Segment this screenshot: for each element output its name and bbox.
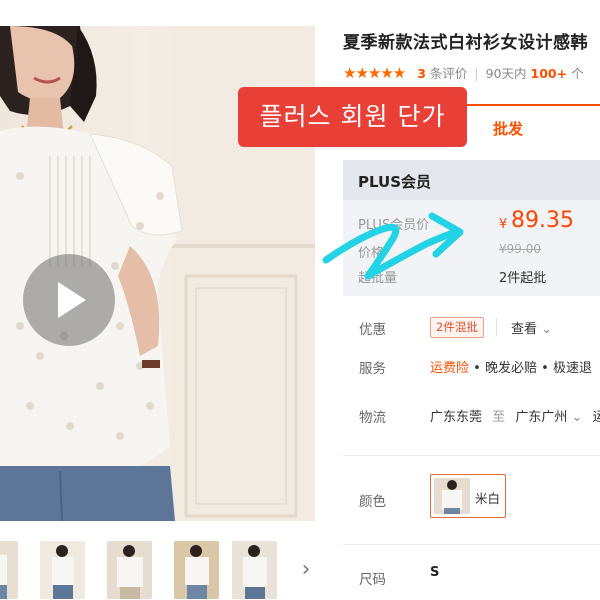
original-price-label: 价格	[358, 246, 385, 261]
rating-row: ★★★★★ 3 条评价 | 90天内 100+ 个	[343, 63, 600, 81]
play-icon	[58, 282, 86, 318]
color-label: 颜色	[359, 494, 386, 510]
logistics-destination-dropdown[interactable]: 广东广州 ⌄	[515, 410, 586, 425]
rating-separator: |	[474, 66, 479, 81]
service-dot: •	[541, 361, 549, 376]
color-option-label: 米白	[475, 491, 501, 506]
view-discount-link[interactable]: 查看 ⌄	[511, 318, 552, 337]
service-label: 服务	[359, 361, 386, 377]
sales-period: 90天内	[485, 66, 527, 81]
color-option-offwhite[interactable]: 米白	[430, 474, 506, 518]
plus-price-label: PLUS会员价	[358, 218, 430, 233]
thumbnail-4[interactable]	[174, 541, 219, 599]
service-dot: •	[473, 361, 481, 376]
service-item-fast-refund[interactable]: 极速退	[553, 361, 592, 376]
thumbnail-strip: ›	[0, 538, 315, 600]
thumbnail-1[interactable]	[0, 541, 18, 599]
product-title: 夏季新款法式白衬衫女设计感韩	[343, 33, 588, 53]
thumbnail-2[interactable]	[40, 541, 85, 599]
section-divider	[343, 455, 600, 456]
plus-header-title: PLUS会员	[358, 173, 432, 191]
discount-badge: 2件混批	[430, 317, 484, 338]
service-list: 运费险 • 晚发必赔 • 极速退	[430, 357, 600, 376]
thumbnail-next-arrow[interactable]: ›	[297, 550, 315, 590]
thumbnail-3[interactable]	[107, 541, 152, 599]
divider	[496, 318, 497, 336]
logistics-label: 物流	[359, 410, 386, 426]
rating-stars: ★★★★★	[343, 64, 406, 81]
korean-annotation-banner: 플러스 회원 단가	[238, 87, 467, 147]
logistics-trailing-text: 运	[592, 410, 600, 425]
plus-header: PLUS会员	[343, 160, 600, 200]
tab-underline	[467, 104, 600, 106]
chevron-down-icon: ⌄	[571, 410, 583, 425]
tab-wholesale[interactable]: 批发	[493, 118, 523, 139]
chevron-down-icon: ⌄	[541, 322, 553, 337]
discount-label: 优惠	[359, 322, 386, 338]
plus-price-value: 89.35	[511, 208, 574, 233]
review-label[interactable]: 条评价	[430, 66, 468, 81]
color-swatch-image	[434, 478, 470, 514]
logistics-to-word: 至	[492, 410, 506, 425]
price-currency: ¥	[499, 217, 508, 232]
play-video-button[interactable]	[23, 254, 115, 346]
size-label: 尺码	[359, 572, 386, 588]
service-item-freight-insurance[interactable]: 运费险	[430, 361, 469, 376]
sales-suffix: 个	[571, 66, 584, 81]
moq-label: 起批量	[358, 271, 398, 286]
logistics-origin: 广东东莞	[430, 410, 483, 425]
original-price: ¥99.00	[499, 242, 541, 256]
logistics-destination: 广东广州	[515, 410, 568, 425]
moq-value: 2件起批	[499, 271, 547, 286]
section-divider	[343, 544, 600, 545]
logistics-route: 广东东莞 至 广东广州 ⌄ 运	[430, 406, 600, 425]
service-item-late-shipping[interactable]: 晚发必赔	[485, 361, 537, 376]
review-count[interactable]: 3	[417, 66, 426, 81]
view-link-label: 查看	[511, 322, 538, 337]
sales-count: 100+	[530, 66, 568, 81]
plus-member-panel: PLUS会员 PLUS会员价 ¥ 89.35 价格 ¥99.00 起批量 2件起…	[343, 160, 600, 296]
thumbnail-5[interactable]	[232, 541, 277, 599]
size-option-s[interactable]: S	[430, 565, 439, 580]
